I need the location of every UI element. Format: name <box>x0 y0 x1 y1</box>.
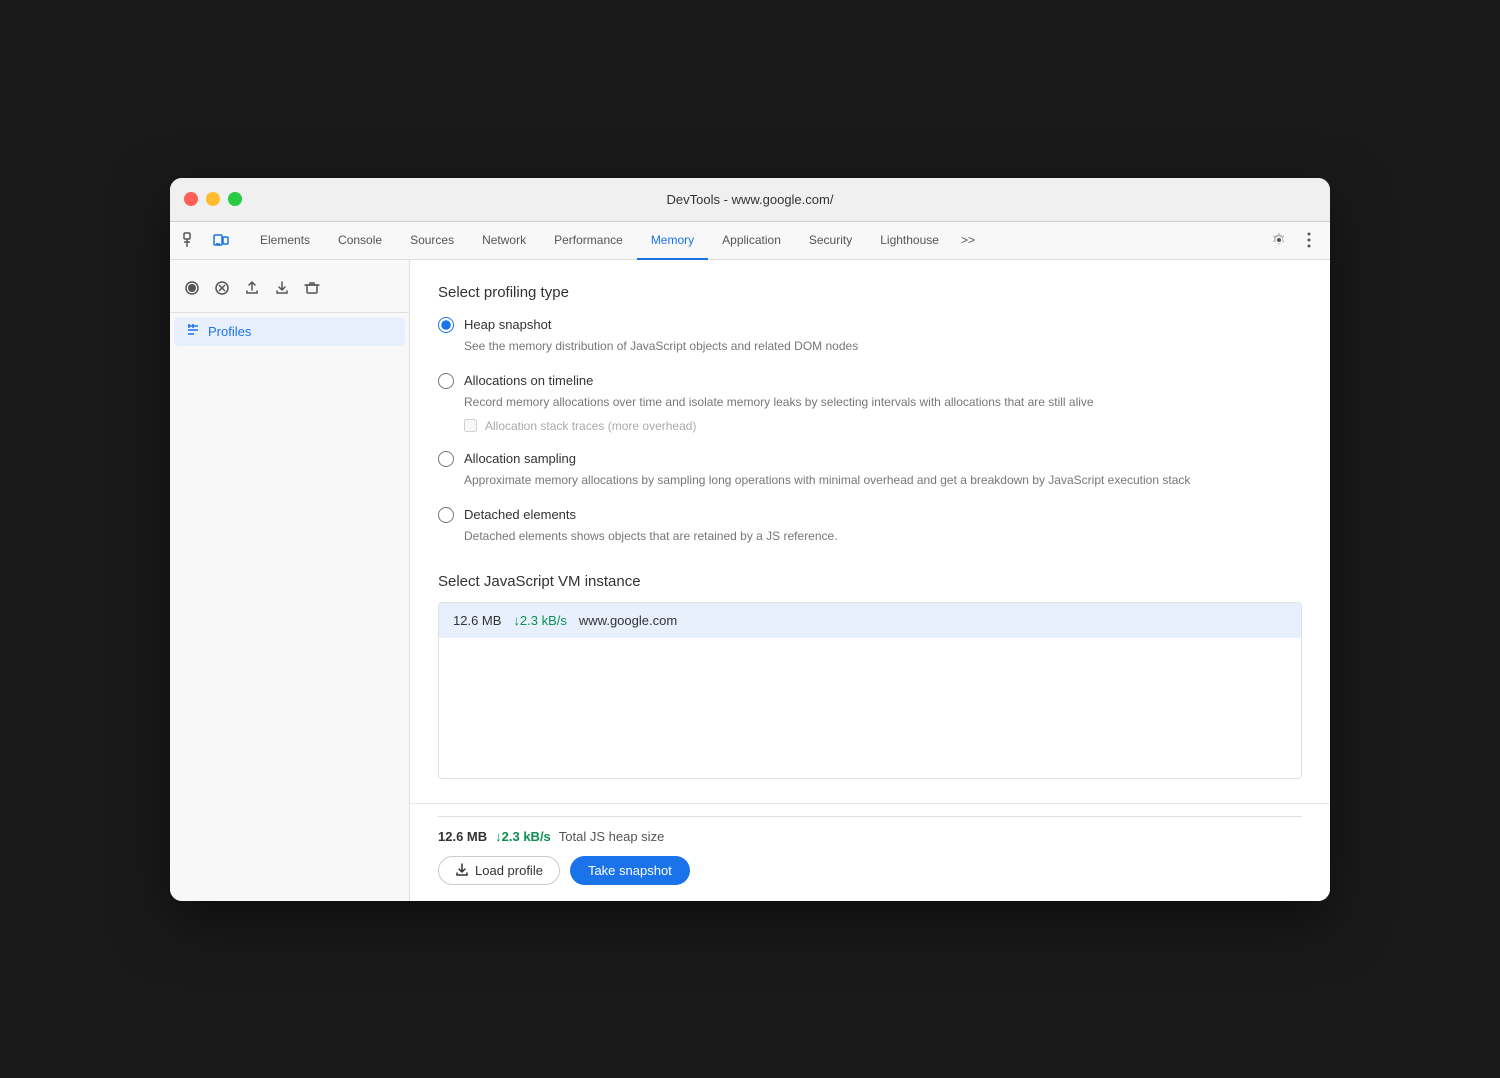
heap-snapshot-label: Heap snapshot <box>464 317 551 332</box>
vm-memory: 12.6 MB <box>453 613 501 628</box>
load-profile-icon <box>455 863 469 877</box>
tab-network[interactable]: Network <box>468 222 540 260</box>
footer-rate-value: 2.3 kB/s <box>502 829 551 844</box>
devtools-window: DevTools - www.google.com/ E <box>170 178 1330 901</box>
inspect-element-icon[interactable] <box>178 227 204 253</box>
detached-elements-desc: Detached elements shows objects that are… <box>464 527 1302 545</box>
allocations-timeline-desc: Record memory allocations over time and … <box>464 393 1302 411</box>
tab-lighthouse[interactable]: Lighthouse <box>866 222 953 260</box>
content: Select profiling type Heap snapshot See … <box>410 260 1330 803</box>
profiles-label: Profiles <box>208 324 251 339</box>
tab-bar: Elements Console Sources Network Perform… <box>170 222 1330 260</box>
sidebar: Profiles <box>170 260 410 901</box>
option-heap-snapshot: Heap snapshot See the memory distributio… <box>438 317 1302 355</box>
titlebar: DevTools - www.google.com/ <box>170 178 1330 222</box>
device-toggle-icon[interactable] <box>208 227 234 253</box>
allocations-timeline-label: Allocations on timeline <box>464 373 593 388</box>
allocation-sampling-desc: Approximate memory allocations by sampli… <box>464 471 1302 489</box>
minimize-button[interactable] <box>206 192 220 206</box>
vm-table: 12.6 MB ↓2.3 kB/s www.google.com <box>438 602 1302 779</box>
allocation-stack-traces-checkbox[interactable] <box>464 419 477 432</box>
tab-performance[interactable]: Performance <box>540 222 637 260</box>
profiling-section-title: Select profiling type <box>438 284 1302 301</box>
radio-allocation-sampling[interactable] <box>438 451 454 467</box>
take-snapshot-button[interactable]: Take snapshot <box>570 856 690 885</box>
footer-stats: 12.6 MB ↓2.3 kB/s Total JS heap size <box>438 829 1302 844</box>
take-snapshot-label: Take snapshot <box>588 863 672 878</box>
footer-rate: ↓2.3 kB/s <box>495 829 551 844</box>
tab-overflow[interactable]: >> <box>953 222 983 260</box>
clear-icon[interactable] <box>298 274 326 302</box>
main-container: Profiles Select profiling type Heap snap… <box>170 260 1330 901</box>
vm-empty-area <box>439 638 1301 778</box>
more-options-icon[interactable] <box>1296 227 1322 253</box>
tab-console[interactable]: Console <box>324 222 396 260</box>
radio-allocations-timeline[interactable] <box>438 373 454 389</box>
content-area: Select profiling type Heap snapshot See … <box>410 260 1330 901</box>
upload-icon[interactable] <box>238 274 266 302</box>
window-title: DevTools - www.google.com/ <box>667 192 834 207</box>
load-profile-button[interactable]: Load profile <box>438 856 560 885</box>
profiling-options: Heap snapshot See the memory distributio… <box>438 317 1302 545</box>
allocation-sampling-label: Allocation sampling <box>464 451 576 466</box>
footer-buttons: Load profile Take snapshot <box>438 856 1302 885</box>
vm-rate: ↓2.3 kB/s <box>513 613 566 628</box>
sidebar-item-profiles[interactable]: Profiles <box>174 317 405 346</box>
tab-application[interactable]: Application <box>708 222 795 260</box>
vm-row[interactable]: 12.6 MB ↓2.3 kB/s www.google.com <box>439 603 1301 638</box>
footer-divider <box>438 816 1302 817</box>
option-detached-elements: Detached elements Detached elements show… <box>438 507 1302 545</box>
download-icon[interactable] <box>268 274 296 302</box>
radio-detached-elements[interactable] <box>438 507 454 523</box>
tab-actions <box>1266 227 1322 253</box>
traffic-lights <box>184 192 242 206</box>
maximize-button[interactable] <box>228 192 242 206</box>
allocation-stack-traces-label: Allocation stack traces (more overhead) <box>485 419 696 433</box>
tab-security[interactable]: Security <box>795 222 866 260</box>
footer-section: 12.6 MB ↓2.3 kB/s Total JS heap size Loa… <box>410 803 1330 901</box>
footer-heap-label: Total JS heap size <box>559 829 665 844</box>
profiles-icon <box>186 323 200 340</box>
radio-heap-snapshot[interactable] <box>438 317 454 333</box>
tab-sources[interactable]: Sources <box>396 222 468 260</box>
vm-rate-value: 2.3 kB/s <box>520 613 567 628</box>
option-allocation-sampling: Allocation sampling Approximate memory a… <box>438 451 1302 489</box>
option-allocations-timeline: Allocations on timeline Record memory al… <box>438 373 1302 433</box>
sidebar-toolbar <box>170 268 409 313</box>
record-icon[interactable] <box>178 274 206 302</box>
devtools-toolbar-icons <box>178 227 242 253</box>
footer-memory: 12.6 MB <box>438 829 487 844</box>
tab-memory[interactable]: Memory <box>637 222 708 260</box>
detached-elements-label: Detached elements <box>464 507 576 522</box>
settings-icon[interactable] <box>1266 227 1292 253</box>
heap-snapshot-desc: See the memory distribution of JavaScrip… <box>464 337 1302 355</box>
stop-icon[interactable] <box>208 274 236 302</box>
vm-url: www.google.com <box>579 613 677 628</box>
vm-section-title: Select JavaScript VM instance <box>438 573 1302 590</box>
tab-elements[interactable]: Elements <box>246 222 324 260</box>
load-profile-label: Load profile <box>475 863 543 878</box>
close-button[interactable] <box>184 192 198 206</box>
allocation-stack-traces-row: Allocation stack traces (more overhead) <box>464 419 1302 433</box>
